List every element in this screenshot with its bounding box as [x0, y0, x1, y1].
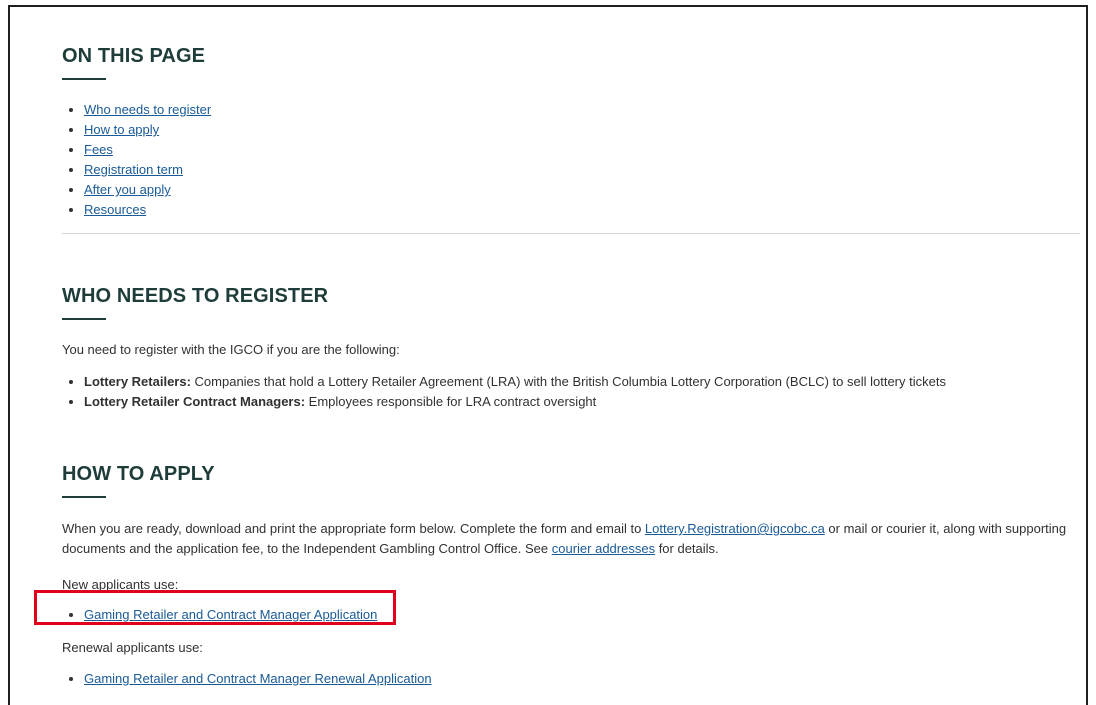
renewal-applicants-list: Gaming Retailer and Contract Manager Ren… [62, 669, 432, 689]
list-item: Gaming Retailer and Contract Manager Ren… [84, 669, 432, 689]
who-section: WHO NEEDS TO REGISTER [62, 285, 328, 320]
toc-link-resources[interactable]: Resources [84, 202, 146, 217]
section-divider [62, 233, 1080, 234]
renewal-applicants-label: Renewal applicants use: [62, 640, 203, 655]
toc-item: Who needs to register [84, 100, 211, 120]
who-item-term: Lottery Retailers: [84, 374, 191, 389]
who-item-term: Lottery Retailer Contract Managers: [84, 394, 306, 409]
who-item-text: Employees responsible for LRA contract o… [305, 394, 597, 409]
on-this-page-list: Who needs to register How to apply Fees … [62, 100, 211, 220]
who-list: Lottery Retailers: Companies that hold a… [62, 372, 1084, 412]
on-this-page-title: ON THIS PAGE [62, 45, 206, 67]
toc-item: Resources [84, 200, 211, 220]
toc-item: How to apply [84, 120, 211, 140]
how-title: HOW TO APPLY [62, 463, 215, 485]
heading-rule [62, 496, 106, 498]
toc-link-term[interactable]: Registration term [84, 162, 183, 177]
who-item-text: Companies that hold a Lottery Retailer A… [190, 374, 946, 389]
renewal-application-link[interactable]: Gaming Retailer and Contract Manager Ren… [84, 671, 432, 686]
how-paragraph: When you are ready, download and print t… [62, 519, 1072, 559]
toc-item: Fees [84, 140, 211, 160]
how-text: When you are ready, download and print t… [62, 521, 645, 536]
toc-link-who[interactable]: Who needs to register [84, 102, 211, 117]
toc-item: After you apply [84, 180, 211, 200]
who-intro: You need to register with the IGCO if yo… [62, 342, 400, 357]
how-text: for details. [655, 541, 719, 556]
on-this-page-section: ON THIS PAGE [62, 45, 205, 80]
heading-rule [62, 78, 106, 80]
courier-addresses-link[interactable]: courier addresses [552, 541, 655, 556]
who-title: WHO NEEDS TO REGISTER [62, 285, 329, 307]
toc-link-fees[interactable]: Fees [84, 142, 113, 157]
who-item: Lottery Retailer Contract Managers: Empl… [84, 392, 1084, 412]
email-link[interactable]: Lottery.Registration@igcobc.ca [645, 521, 825, 536]
toc-item: Registration term [84, 160, 211, 180]
heading-rule [62, 318, 106, 320]
how-section: HOW TO APPLY [62, 463, 215, 498]
who-item: Lottery Retailers: Companies that hold a… [84, 372, 1084, 392]
toc-link-after[interactable]: After you apply [84, 182, 171, 197]
toc-link-how[interactable]: How to apply [84, 122, 159, 137]
highlight-box [34, 590, 396, 625]
